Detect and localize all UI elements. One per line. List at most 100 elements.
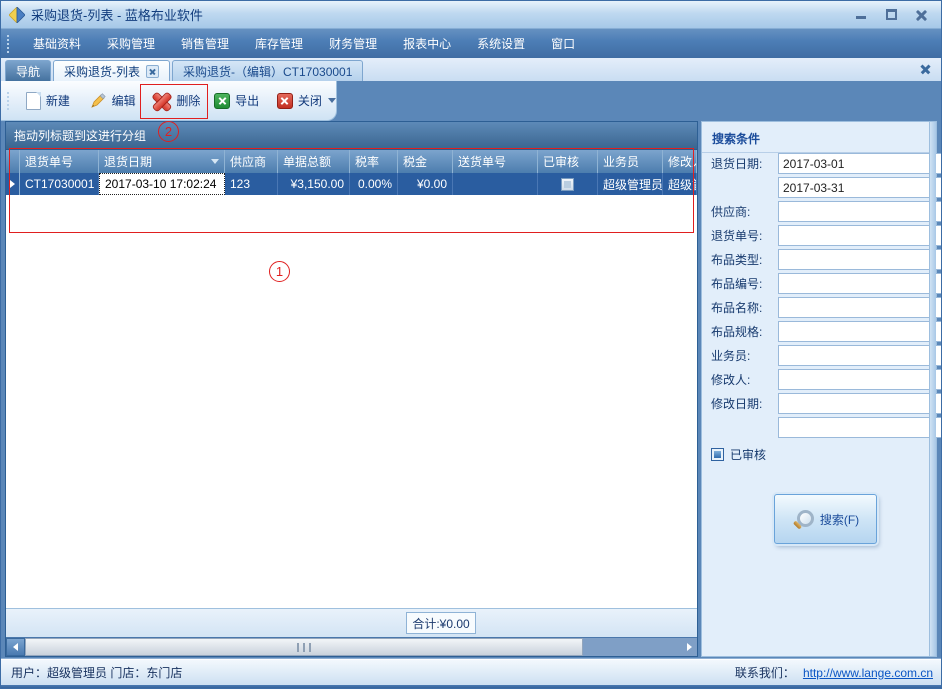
tab-purchase-return-edit[interactable]: 采购退货-（编辑）CT17030001 xyxy=(172,60,363,81)
pencil-icon xyxy=(89,92,107,110)
field-modify-date-from: 修改日期: xyxy=(711,393,922,414)
menu-item-reports[interactable]: 报表中心 xyxy=(390,31,464,56)
field-return-date-from: 退货日期: xyxy=(711,153,922,174)
row-indicator xyxy=(6,173,20,195)
modify-date-to-input[interactable] xyxy=(779,418,942,437)
approved-filter-label: 已审核 xyxy=(730,446,766,463)
fabric-type-input[interactable] xyxy=(779,250,942,269)
tab-strip: 导航 采购退货-列表 采购退货-（编辑）CT17030001 xyxy=(1,58,942,81)
col-header-delivery-no[interactable]: 送货单号 xyxy=(453,150,538,173)
excel-icon xyxy=(214,93,230,109)
menu-item-sales[interactable]: 销售管理 xyxy=(168,31,242,56)
contact-label: 联系我们： xyxy=(735,664,795,681)
field-salesman: 业务员: xyxy=(711,345,922,366)
maximize-icon[interactable] xyxy=(883,8,899,22)
menu-grip-icon xyxy=(7,35,12,53)
field-fabric-name: 布品名称: xyxy=(711,297,922,318)
scrollbar-grip-icon xyxy=(297,643,311,652)
scroll-right-icon[interactable] xyxy=(681,638,697,656)
table-row[interactable]: CT17030001 2017-03-10 17:02:24 123 ¥3,15… xyxy=(6,173,697,195)
fabric-spec-input[interactable] xyxy=(779,322,942,341)
field-supplier: 供应商: xyxy=(711,201,922,222)
search-button[interactable]: 搜索(F) xyxy=(774,494,877,544)
col-header-total[interactable]: 单据总额 xyxy=(278,150,350,173)
cell-return-date[interactable]: 2017-03-10 17:02:24 xyxy=(99,173,225,195)
close-icon[interactable] xyxy=(913,8,929,22)
window-title: 采购退货-列表 - 蓝格布业软件 xyxy=(31,5,203,24)
search-panel: 搜索条件 退货日期: 供应商: xyxy=(701,121,937,657)
grid-footer: 合计:¥0.00 xyxy=(6,608,697,637)
cell-approved xyxy=(538,173,598,195)
cell-modified-by[interactable]: 超级管理员 xyxy=(663,173,697,195)
tab-navigation[interactable]: 导航 xyxy=(5,60,51,81)
title-bar: 采购退货-列表 - 蓝格布业软件 xyxy=(1,1,942,29)
search-icon xyxy=(792,509,812,529)
cell-return-no[interactable]: CT17030001 xyxy=(20,173,99,195)
menu-item-settings[interactable]: 系统设置 xyxy=(464,31,538,56)
col-header-return-no[interactable]: 退货单号 xyxy=(20,150,99,173)
return-date-to-input[interactable] xyxy=(779,178,942,197)
website-link[interactable]: http://www.lange.com.cn xyxy=(803,666,933,680)
panel-scrollbar[interactable] xyxy=(929,122,936,656)
col-header-tax-rate[interactable]: 税率 xyxy=(350,150,398,173)
status-user-info: 用户：超级管理员 门店：东门店 xyxy=(11,664,182,681)
col-header-return-date[interactable]: 退货日期 xyxy=(99,150,225,173)
menu-item-base-data[interactable]: 基础资料 xyxy=(20,31,94,56)
fabric-name-input[interactable] xyxy=(779,298,942,317)
field-modifier: 修改人: xyxy=(711,369,922,390)
search-panel-title: 搜索条件 xyxy=(702,122,936,153)
row-arrow-icon xyxy=(10,180,15,188)
approved-filter-checkbox[interactable] xyxy=(711,448,724,461)
new-document-icon xyxy=(26,92,41,110)
return-no-input[interactable] xyxy=(779,226,942,245)
new-button[interactable]: 新建 xyxy=(20,85,83,117)
col-header-tax[interactable]: 税金 xyxy=(398,150,453,173)
tabstrip-close-icon[interactable] xyxy=(919,62,933,76)
col-header-modified-by[interactable]: 修改人 xyxy=(663,150,697,173)
grid-header-row: 退货单号 退货日期 供应商 单据总额 税率 税金 送货单号 已审核 业务员 修改… xyxy=(6,150,697,173)
modify-date-from-input[interactable] xyxy=(779,394,942,413)
tab-purchase-return-list[interactable]: 采购退货-列表 xyxy=(53,60,170,81)
field-fabric-code: 布品编号: xyxy=(711,273,922,294)
delete-button[interactable]: 删除 xyxy=(145,85,208,117)
field-fabric-type: 布品类型: xyxy=(711,249,922,270)
scrollbar-thumb[interactable] xyxy=(25,638,583,656)
cell-salesman[interactable]: 超级管理员 xyxy=(598,173,663,195)
salesman-input[interactable] xyxy=(779,346,942,365)
toolbar-inner: 新建 编辑 删除 导出 关闭 xyxy=(1,81,337,121)
scroll-left-icon[interactable] xyxy=(6,638,25,656)
horizontal-scrollbar[interactable] xyxy=(6,637,697,656)
toolbar-grip-icon xyxy=(7,92,12,110)
status-bar: 用户：超级管理员 门店：东门店 联系我们： http://www.lange.c… xyxy=(1,659,942,685)
approved-checkbox[interactable] xyxy=(561,178,574,191)
cell-tax[interactable]: ¥0.00 xyxy=(398,173,453,195)
minimize-icon[interactable] xyxy=(853,8,869,22)
cell-total[interactable]: ¥3,150.00 xyxy=(278,173,350,195)
close-box-icon xyxy=(277,93,293,109)
tab-close-icon[interactable] xyxy=(146,65,159,78)
menu-item-inventory[interactable]: 库存管理 xyxy=(242,31,316,56)
group-by-bar: 拖动列标题到这进行分组 xyxy=(6,122,697,150)
cell-supplier[interactable]: 123 xyxy=(225,173,278,195)
col-header-supplier[interactable]: 供应商 xyxy=(225,150,278,173)
menu-item-finance[interactable]: 财务管理 xyxy=(316,31,390,56)
supplier-input[interactable] xyxy=(779,202,942,221)
close-dropdown-icon[interactable] xyxy=(328,98,336,103)
fabric-code-input[interactable] xyxy=(779,274,942,293)
close-view-button[interactable]: 关闭 xyxy=(271,85,326,117)
window-bottom-edge xyxy=(1,685,942,689)
status-contact: 联系我们： http://www.lange.com.cn xyxy=(735,664,933,681)
cell-tax-rate[interactable]: 0.00% xyxy=(350,173,398,195)
col-header-salesman[interactable]: 业务员 xyxy=(598,150,663,173)
edit-button[interactable]: 编辑 xyxy=(83,85,146,117)
field-return-date-to xyxy=(711,177,922,198)
cell-delivery-no[interactable] xyxy=(453,173,538,195)
return-date-from-input[interactable] xyxy=(779,154,942,173)
main-area: 拖动列标题到这进行分组 退货单号 退货日期 供应商 单据总额 税率 税金 送货单… xyxy=(1,121,942,659)
modifier-input[interactable] xyxy=(779,370,942,389)
search-fields: 退货日期: 供应商: 退货单号: xyxy=(711,153,922,463)
menu-item-purchase[interactable]: 采购管理 xyxy=(94,31,168,56)
export-button[interactable]: 导出 xyxy=(208,85,271,117)
col-header-approved[interactable]: 已审核 xyxy=(538,150,598,173)
menu-item-window[interactable]: 窗口 xyxy=(538,31,588,56)
